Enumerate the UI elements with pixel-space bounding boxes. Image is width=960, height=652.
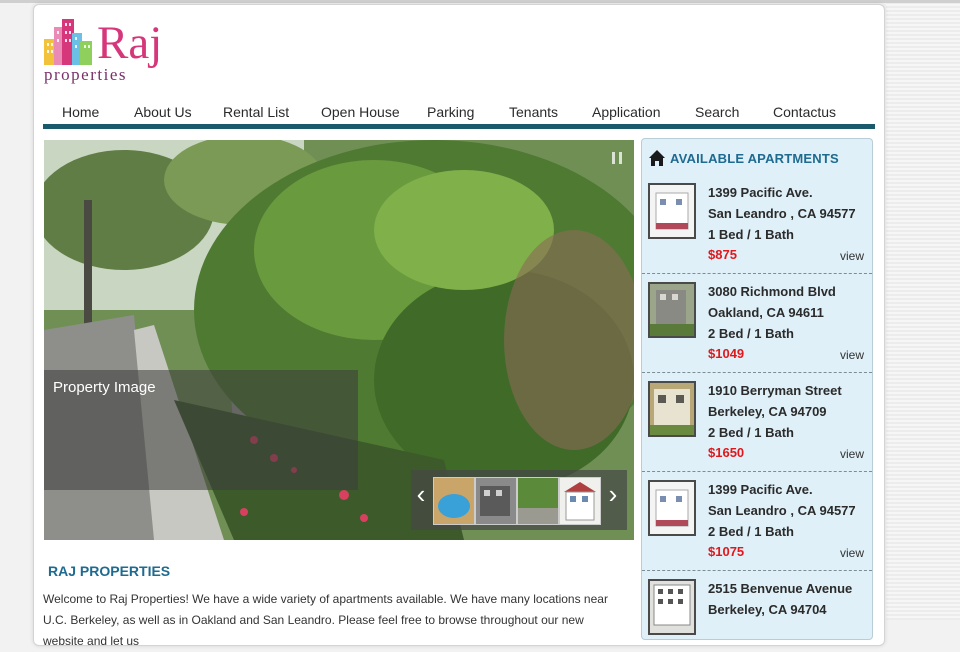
apartment-thumbnail[interactable] bbox=[648, 282, 696, 338]
home-icon bbox=[649, 150, 665, 166]
apartment-thumbnail[interactable] bbox=[648, 579, 696, 635]
sidebar-title: AVAILABLE APARTMENTS bbox=[670, 151, 839, 166]
section-title: RAJ PROPERTIES bbox=[48, 563, 171, 579]
listing-price: $1049 bbox=[708, 346, 745, 361]
slider-caption: Property Image bbox=[44, 370, 358, 490]
browser-top-border bbox=[0, 0, 960, 3]
listing-address: 1910 Berryman Street bbox=[708, 383, 842, 398]
property-image-slider[interactable]: Property Image ‹ › bbox=[44, 140, 634, 540]
slider-thumbnail[interactable] bbox=[517, 477, 559, 525]
chevron-right-icon[interactable]: › bbox=[605, 478, 621, 514]
apartment-listing[interactable]: 2515 Benvenue Avenue Berkeley, CA 94704 bbox=[642, 571, 872, 639]
nav-item-application[interactable]: Application bbox=[592, 101, 661, 125]
nav-item-rental-list[interactable]: Rental List bbox=[223, 101, 289, 125]
main-nav: Home About Us Rental List Open House Par… bbox=[43, 101, 875, 125]
listing-price: $875 bbox=[708, 247, 737, 262]
view-link[interactable]: view bbox=[840, 447, 864, 461]
listing-price: $1075 bbox=[708, 544, 745, 559]
slider-thumbnail[interactable] bbox=[475, 477, 517, 525]
listing-city: Berkeley, CA 94704 bbox=[708, 602, 827, 617]
caption-text: Property Image bbox=[53, 379, 156, 396]
chevron-left-icon[interactable]: ‹ bbox=[413, 478, 429, 514]
logo-subtitle: properties bbox=[44, 65, 127, 84]
listing-city: San Leandro , CA 94577 bbox=[708, 206, 856, 221]
apartment-listing[interactable]: 1399 Pacific Ave. San Leandro , CA 94577… bbox=[642, 175, 872, 274]
apartment-listing[interactable]: 3080 Richmond Blvd Oakland, CA 94611 2 B… bbox=[642, 274, 872, 373]
listing-city: Berkeley, CA 94709 bbox=[708, 404, 827, 419]
apartment-thumbnail[interactable] bbox=[648, 480, 696, 536]
nav-item-tenants[interactable]: Tenants bbox=[509, 101, 558, 125]
slider-thumbnail[interactable] bbox=[559, 477, 601, 525]
site-logo[interactable]: Raj properties bbox=[44, 17, 174, 85]
listing-beds: 2 Bed / 1 Bath bbox=[708, 326, 794, 341]
nav-item-about-us[interactable]: About Us bbox=[134, 101, 192, 125]
listing-beds: 1 Bed / 1 Bath bbox=[708, 227, 794, 242]
apartment-thumbnail[interactable] bbox=[648, 183, 696, 239]
view-link[interactable]: view bbox=[840, 546, 864, 560]
nav-item-home[interactable]: Home bbox=[62, 101, 99, 125]
nav-item-search[interactable]: Search bbox=[695, 101, 739, 125]
listing-price: $1650 bbox=[708, 445, 745, 460]
listing-address: 1399 Pacific Ave. bbox=[708, 482, 813, 497]
view-link[interactable]: view bbox=[840, 249, 864, 263]
listing-city: San Leandro , CA 94577 bbox=[708, 503, 856, 518]
apartment-listing[interactable]: 1399 Pacific Ave. San Leandro , CA 94577… bbox=[642, 472, 872, 571]
welcome-paragraph: Welcome to Raj Properties! We have a wid… bbox=[43, 592, 608, 648]
listing-city: Oakland, CA 94611 bbox=[708, 305, 824, 320]
nav-item-parking[interactable]: Parking bbox=[427, 101, 474, 125]
listing-beds: 2 Bed / 1 Bath bbox=[708, 425, 794, 440]
pause-icon[interactable] bbox=[609, 150, 625, 168]
slider-thumbnail[interactable] bbox=[433, 477, 475, 525]
page-container: Raj properties Home About Us Rental List… bbox=[33, 4, 885, 648]
apartment-listing[interactable]: 1910 Berryman Street Berkeley, CA 94709 … bbox=[642, 373, 872, 472]
listing-address: 1399 Pacific Ave. bbox=[708, 185, 813, 200]
logo-name: Raj bbox=[97, 17, 163, 69]
nav-item-open-house[interactable]: Open House bbox=[321, 101, 400, 125]
available-apartments-panel: AVAILABLE APARTMENTS 1399 Pacific Ave. S… bbox=[641, 138, 873, 640]
apartment-thumbnail[interactable] bbox=[648, 381, 696, 437]
nav-item-contactus[interactable]: Contactus bbox=[773, 101, 836, 125]
listing-address: 2515 Benvenue Avenue bbox=[708, 581, 853, 596]
listing-beds: 2 Bed / 1 Bath bbox=[708, 524, 794, 539]
nav-underline-bar bbox=[43, 124, 875, 129]
page-background-texture bbox=[886, 3, 960, 620]
thumbnail-strip: ‹ › bbox=[411, 470, 627, 530]
listing-address: 3080 Richmond Blvd bbox=[708, 284, 836, 299]
buildings-logo-icon bbox=[44, 19, 92, 65]
view-link[interactable]: view bbox=[840, 348, 864, 362]
